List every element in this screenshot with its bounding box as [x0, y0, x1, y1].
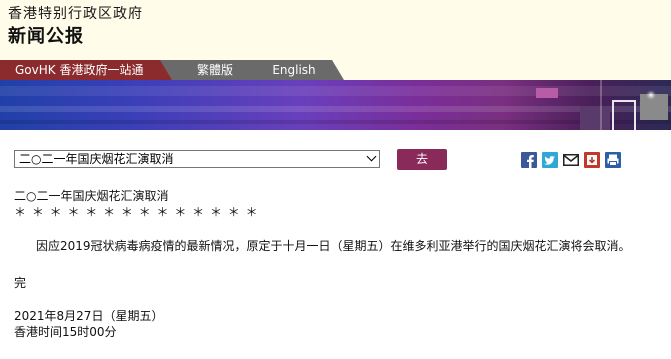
top-nav: GovHK 香港政府一站通 繁體版 English	[0, 60, 671, 80]
email-icon[interactable]	[563, 152, 579, 168]
headline-dropdown-wrap: 二○二一年国庆烟花汇演取消	[14, 150, 380, 168]
english-link[interactable]: English	[236, 60, 344, 80]
headline-select-value: 二○二一年国庆烟花汇演取消	[19, 152, 174, 166]
article-title: 二○二一年国庆烟花汇演取消	[14, 189, 169, 203]
print-icon[interactable]	[605, 152, 621, 168]
mobile-icon[interactable]	[584, 152, 600, 168]
headline-select[interactable]: 二○二一年国庆烟花汇演取消	[14, 150, 380, 168]
chevron-down-icon	[366, 151, 377, 162]
facebook-icon[interactable]	[521, 152, 537, 168]
article-body: 因应2019冠状病毒病疫情的最新情况，原定于十月一日（星期五）在维多利亚港举行的…	[36, 239, 631, 253]
site-header: 香港特别行政区政府 新闻公报	[0, 0, 671, 60]
end-mark: 完	[14, 276, 27, 290]
title-divider-stars: ＊ ＊ ＊ ＊ ＊ ＊ ＊ ＊ ＊ ＊ ＊ ＊ ＊ ＊	[14, 205, 259, 219]
go-button[interactable]: 去	[397, 149, 447, 170]
publish-time: 香港时间15时00分	[14, 325, 117, 339]
page-title[interactable]: 新闻公报	[8, 25, 84, 49]
header-banner	[0, 80, 671, 130]
twitter-icon[interactable]	[542, 152, 558, 168]
publish-date: 2021年8月27日（星期五）	[14, 309, 164, 323]
govhk-portal-link[interactable]: GovHK 香港政府一站通	[0, 60, 176, 80]
government-name: 香港特别行政区政府	[8, 6, 143, 22]
